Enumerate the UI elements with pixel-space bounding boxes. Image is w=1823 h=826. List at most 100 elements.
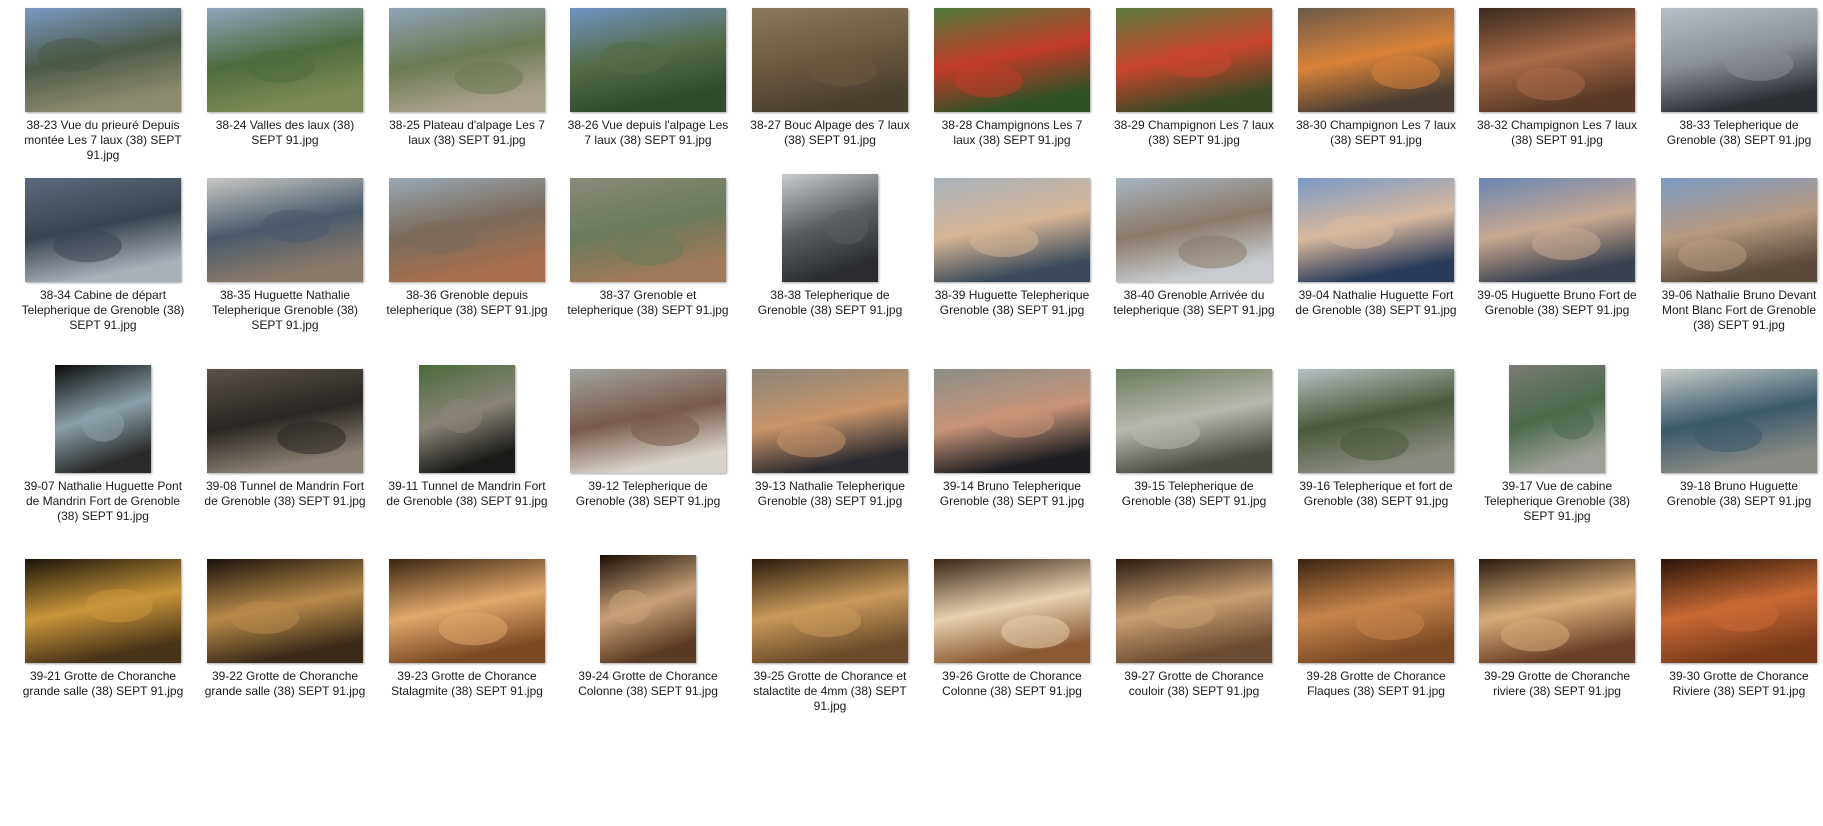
- thumbnail-frame: [1292, 172, 1460, 282]
- photo-thumbnail[interactable]: [570, 369, 726, 473]
- photo-thumbnail[interactable]: [1661, 178, 1817, 282]
- photo-thumbnail[interactable]: [55, 365, 151, 473]
- photo-thumbnail[interactable]: [1298, 178, 1454, 282]
- thumbnail-frame: [564, 2, 732, 112]
- file-name-label: 39-24 Grotte de Chorance Colonne (38) SE…: [578, 669, 718, 698]
- file-name-label: 39-18 Bruno Huguette Grenoble (38) SEPT …: [1666, 479, 1812, 508]
- thumbnail-frame: [1473, 172, 1641, 282]
- photo-image: [1298, 178, 1454, 282]
- photo-thumbnail[interactable]: [207, 8, 363, 112]
- photo-thumbnail[interactable]: [1479, 8, 1635, 112]
- photo-thumbnail[interactable]: [1116, 8, 1272, 112]
- photo-image: [1479, 8, 1635, 112]
- photo-thumbnail[interactable]: [25, 8, 181, 112]
- thumbnail-frame: [928, 172, 1096, 282]
- photo-image: [55, 365, 151, 473]
- photo-thumbnail[interactable]: [1479, 559, 1635, 663]
- file-name-label: 38-32 Champignon Les 7 laux (38) SEPT 91…: [1476, 118, 1638, 147]
- file-name-label: 38-36 Grenoble depuis telepherique (38) …: [386, 288, 548, 317]
- photo-thumbnail[interactable]: [1298, 8, 1454, 112]
- thumbnail-frame: [383, 172, 551, 282]
- thumbnail-frame: [19, 363, 187, 473]
- photo-image: [1298, 559, 1454, 663]
- thumbnail-frame: [201, 553, 369, 663]
- thumbnail-frame: [383, 363, 551, 473]
- file-name-label: 38-38 Telepherique de Grenoble (38) SEPT…: [757, 288, 903, 317]
- photo-thumbnail[interactable]: [600, 555, 696, 663]
- photo-thumbnail[interactable]: [1298, 369, 1454, 473]
- photo-thumbnail[interactable]: [389, 178, 545, 282]
- file-name-label: 39-30 Grotte de Chorance Riviere (38) SE…: [1669, 669, 1809, 698]
- photo-thumbnail[interactable]: [207, 369, 363, 473]
- thumbnail-frame: [19, 2, 187, 112]
- photo-image: [25, 8, 181, 112]
- photo-thumbnail[interactable]: [389, 559, 545, 663]
- photo-image: [1298, 8, 1454, 112]
- file-name-label: 38-26 Vue depuis l'alpage Les 7 laux (38…: [567, 118, 729, 147]
- photo-thumbnail[interactable]: [389, 8, 545, 112]
- thumbnail-frame: [1655, 172, 1823, 282]
- photo-thumbnail[interactable]: [934, 559, 1090, 663]
- photo-thumbnail[interactable]: [25, 559, 181, 663]
- photo-thumbnail[interactable]: [570, 8, 726, 112]
- photo-thumbnail[interactable]: [752, 8, 908, 112]
- thumbnail-frame: [201, 363, 369, 473]
- file-name-label: 38-25 Plateau d'alpage Les 7 laux (38) S…: [389, 118, 545, 147]
- photo-image: [1116, 559, 1272, 663]
- file-name-label: 39-04 Nathalie Huguette Fort de Grenoble…: [1295, 288, 1457, 317]
- photo-image: [782, 174, 878, 282]
- thumbnail-grid: 38-23 Vue du prieuré Depuis montée Les 7…: [0, 0, 1823, 826]
- photo-thumbnail[interactable]: [934, 8, 1090, 112]
- thumbnail-frame: [1655, 2, 1823, 112]
- file-name-label: 39-06 Nathalie Bruno Devant Mont Blanc F…: [1661, 288, 1817, 332]
- photo-image: [1661, 559, 1817, 663]
- photo-thumbnail[interactable]: [1479, 178, 1635, 282]
- photo-image: [1116, 369, 1272, 473]
- photo-thumbnail[interactable]: [1298, 559, 1454, 663]
- thumbnail-frame: [1655, 363, 1823, 473]
- photo-image: [752, 369, 908, 473]
- photo-image: [1479, 178, 1635, 282]
- photo-thumbnail[interactable]: [419, 365, 515, 473]
- photo-thumbnail[interactable]: [1661, 559, 1817, 663]
- photo-thumbnail[interactable]: [1116, 369, 1272, 473]
- photo-thumbnail[interactable]: [1509, 365, 1605, 473]
- photo-image: [25, 559, 181, 663]
- photo-thumbnail[interactable]: [752, 559, 908, 663]
- photo-thumbnail[interactable]: [1116, 178, 1272, 282]
- thumbnail-frame: [928, 2, 1096, 112]
- thumbnail-frame: [564, 172, 732, 282]
- thumbnail-frame: [19, 172, 187, 282]
- photo-thumbnail[interactable]: [782, 174, 878, 282]
- photo-thumbnail[interactable]: [752, 369, 908, 473]
- thumbnail-frame: [564, 553, 732, 663]
- file-name-label: 39-15 Telepherique de Grenoble (38) SEPT…: [1121, 479, 1267, 508]
- photo-thumbnail[interactable]: [207, 178, 363, 282]
- photo-thumbnail[interactable]: [1661, 8, 1817, 112]
- file-name-label: 39-12 Telepherique de Grenoble (38) SEPT…: [575, 479, 721, 508]
- photo-thumbnail[interactable]: [207, 559, 363, 663]
- photo-thumbnail[interactable]: [934, 369, 1090, 473]
- photo-thumbnail[interactable]: [1661, 369, 1817, 473]
- photo-image: [1116, 178, 1272, 282]
- file-name-label: 38-29 Champignon Les 7 laux (38) SEPT 91…: [1113, 118, 1275, 147]
- photo-thumbnail[interactable]: [25, 178, 181, 282]
- thumbnail-frame: [1110, 553, 1278, 663]
- file-name-label: 39-07 Nathalie Huguette Pont de Mandrin …: [23, 479, 183, 523]
- file-name-label: 39-23 Grotte de Chorance Stalagmite (38)…: [391, 669, 543, 698]
- file-name-label: 38-37 Grenoble et telepherique (38) SEPT…: [567, 288, 729, 317]
- thumbnail-frame: [1292, 2, 1460, 112]
- thumbnail-frame: [1110, 363, 1278, 473]
- photo-thumbnail[interactable]: [570, 178, 726, 282]
- photo-thumbnail[interactable]: [934, 178, 1090, 282]
- photo-image: [1661, 369, 1817, 473]
- file-name-label: 38-27 Bouc Alpage des 7 laux (38) SEPT 9…: [750, 118, 910, 147]
- file-name-label: 39-22 Grotte de Choranche grande salle (…: [204, 669, 366, 698]
- thumbnail-frame: [928, 363, 1096, 473]
- photo-thumbnail[interactable]: [1116, 559, 1272, 663]
- file-name-label: 39-25 Grotte de Chorance et stalactite d…: [753, 669, 907, 713]
- photo-image: [389, 178, 545, 282]
- thumbnail-frame: [1110, 2, 1278, 112]
- photo-image: [570, 369, 726, 473]
- photo-image: [1509, 365, 1605, 473]
